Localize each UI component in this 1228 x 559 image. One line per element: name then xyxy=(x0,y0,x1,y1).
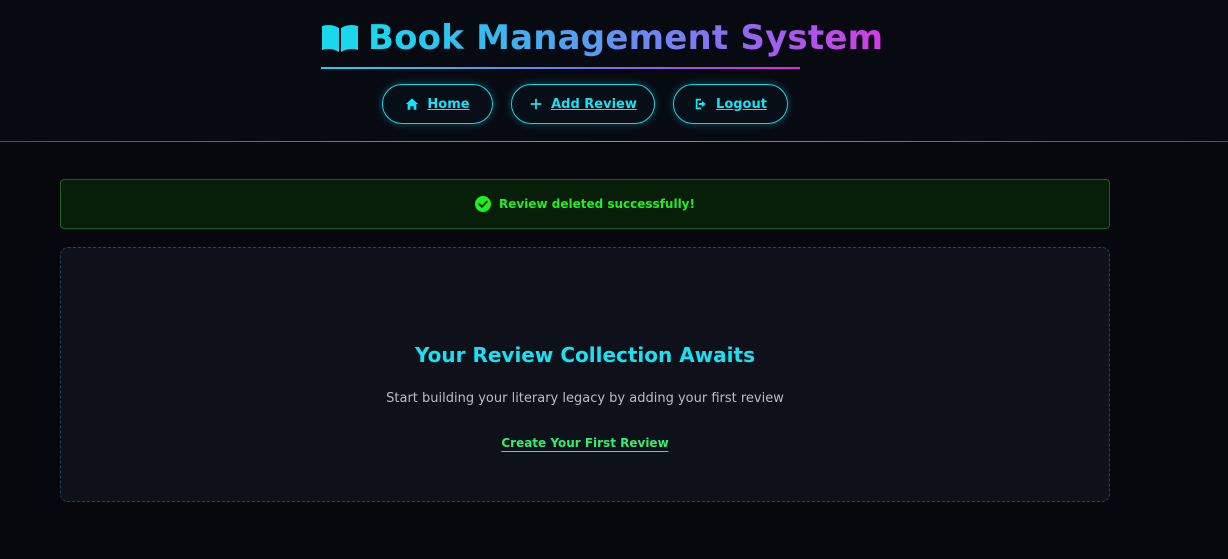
plus-icon xyxy=(530,98,542,110)
empty-state-card: Your Review Collection Awaits Start buil… xyxy=(60,247,1110,502)
empty-state-title: Your Review Collection Awaits xyxy=(415,343,755,367)
add-review-button-label: Add Review xyxy=(551,96,637,112)
create-first-review-link[interactable]: Create Your First Review xyxy=(501,436,669,452)
title-underline xyxy=(321,67,800,69)
check-circle-icon xyxy=(475,196,492,212)
site-header: Book Management System Home Add Review L… xyxy=(0,0,1228,142)
empty-state-subtitle: Start building your literary legacy by a… xyxy=(386,391,784,406)
home-button[interactable]: Home xyxy=(382,84,493,124)
alert-message: Review deleted successfully! xyxy=(499,197,695,211)
logout-icon xyxy=(695,98,706,110)
logout-button-label: Logout xyxy=(716,96,767,112)
home-button-label: Home xyxy=(427,96,470,112)
page-title: Book Management System xyxy=(368,18,884,58)
home-icon xyxy=(406,98,419,110)
success-alert: Review deleted successfully! xyxy=(60,179,1110,229)
logout-button[interactable]: Logout xyxy=(673,84,788,124)
brand: Book Management System xyxy=(320,16,883,60)
open-book-icon xyxy=(322,24,358,52)
add-review-button[interactable]: Add Review xyxy=(511,84,655,124)
